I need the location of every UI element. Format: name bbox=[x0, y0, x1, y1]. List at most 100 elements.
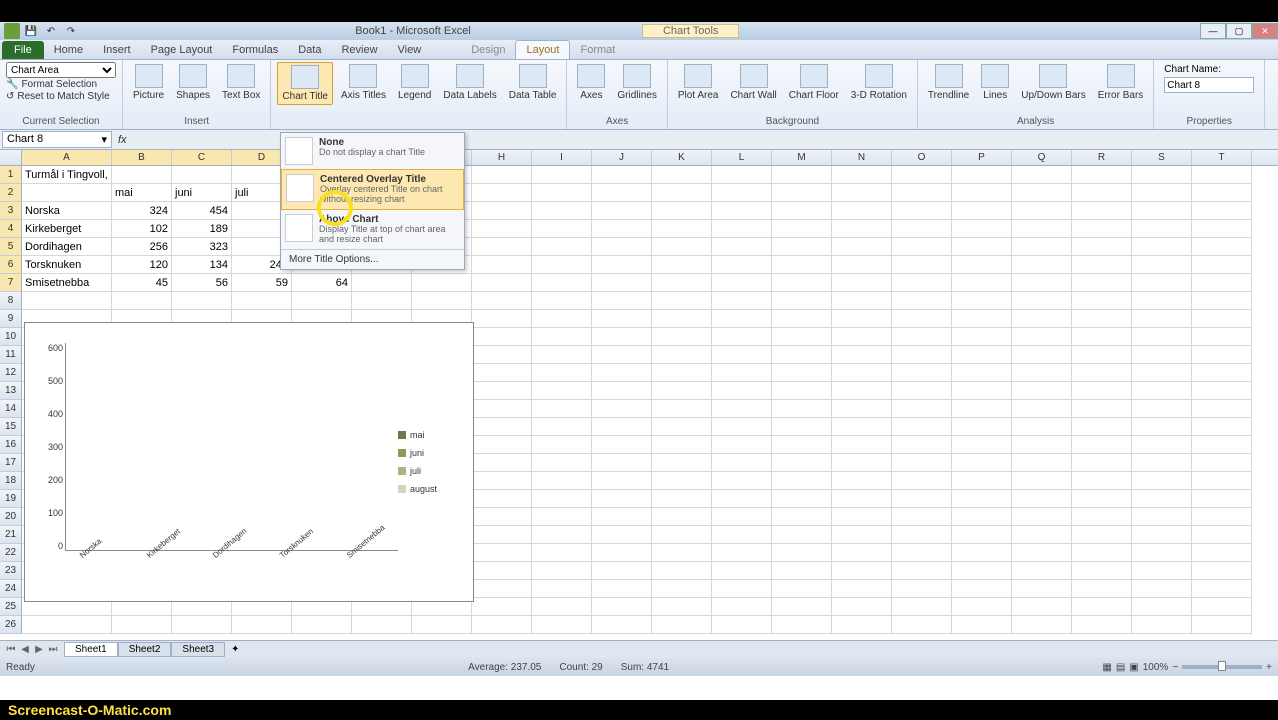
cell[interactable]: 134 bbox=[172, 256, 232, 274]
cell[interactable] bbox=[1132, 184, 1192, 202]
cell[interactable] bbox=[532, 508, 592, 526]
cell[interactable] bbox=[592, 220, 652, 238]
cell[interactable] bbox=[892, 328, 952, 346]
cell[interactable] bbox=[712, 238, 772, 256]
cell[interactable] bbox=[952, 238, 1012, 256]
name-box[interactable]: Chart 8▾ bbox=[2, 131, 112, 148]
zoom-out-button[interactable]: − bbox=[1172, 662, 1178, 673]
cell[interactable] bbox=[652, 526, 712, 544]
select-all-corner[interactable] bbox=[0, 150, 22, 165]
cell[interactable] bbox=[772, 472, 832, 490]
cell[interactable] bbox=[832, 184, 892, 202]
cell[interactable] bbox=[832, 238, 892, 256]
cell[interactable] bbox=[1192, 184, 1252, 202]
cell[interactable] bbox=[832, 256, 892, 274]
row-header-14[interactable]: 14 bbox=[0, 400, 22, 418]
row-header-17[interactable]: 17 bbox=[0, 454, 22, 472]
cell[interactable] bbox=[892, 472, 952, 490]
cell[interactable] bbox=[1012, 454, 1072, 472]
cell[interactable] bbox=[892, 562, 952, 580]
cell[interactable] bbox=[772, 310, 832, 328]
cell[interactable] bbox=[1132, 220, 1192, 238]
chart-wall-button[interactable]: Chart Wall bbox=[726, 62, 780, 103]
col-header-N[interactable]: N bbox=[832, 150, 892, 165]
cell[interactable] bbox=[1072, 490, 1132, 508]
cell[interactable] bbox=[652, 238, 712, 256]
cell[interactable] bbox=[1132, 310, 1192, 328]
cell[interactable] bbox=[952, 328, 1012, 346]
cell[interactable] bbox=[1192, 382, 1252, 400]
cell[interactable] bbox=[892, 616, 952, 634]
gridlines-button[interactable]: Gridlines bbox=[613, 62, 660, 103]
cell[interactable] bbox=[22, 184, 112, 202]
cell[interactable] bbox=[1072, 274, 1132, 292]
cell[interactable] bbox=[712, 400, 772, 418]
cell[interactable] bbox=[22, 616, 112, 634]
cell[interactable] bbox=[592, 238, 652, 256]
cell[interactable] bbox=[472, 616, 532, 634]
minimize-button[interactable]: — bbox=[1200, 23, 1226, 39]
cell[interactable]: 120 bbox=[112, 256, 172, 274]
cell[interactable] bbox=[832, 310, 892, 328]
qat-save-icon[interactable]: 💾 bbox=[22, 23, 40, 39]
cell[interactable] bbox=[892, 382, 952, 400]
cell[interactable] bbox=[772, 292, 832, 310]
cell[interactable] bbox=[1012, 328, 1072, 346]
cell[interactable] bbox=[652, 544, 712, 562]
chart-floor-button[interactable]: Chart Floor bbox=[785, 62, 843, 103]
tab-insert[interactable]: Insert bbox=[93, 41, 141, 59]
cell[interactable] bbox=[1012, 490, 1072, 508]
cell[interactable] bbox=[1012, 364, 1072, 382]
cell[interactable] bbox=[652, 490, 712, 508]
cell[interactable] bbox=[472, 472, 532, 490]
cell[interactable] bbox=[712, 346, 772, 364]
col-header-Q[interactable]: Q bbox=[1012, 150, 1072, 165]
legend-item[interactable]: juli bbox=[398, 466, 463, 476]
cell[interactable] bbox=[832, 454, 892, 472]
cell[interactable] bbox=[952, 166, 1012, 184]
cell[interactable] bbox=[952, 274, 1012, 292]
cell[interactable] bbox=[892, 580, 952, 598]
cell[interactable] bbox=[1012, 436, 1072, 454]
cell[interactable] bbox=[772, 328, 832, 346]
cell[interactable] bbox=[1012, 544, 1072, 562]
cell[interactable] bbox=[712, 382, 772, 400]
zoom-level[interactable]: 100% bbox=[1143, 662, 1169, 673]
cell[interactable] bbox=[112, 616, 172, 634]
cell[interactable] bbox=[892, 490, 952, 508]
cell[interactable] bbox=[292, 292, 352, 310]
cell[interactable] bbox=[472, 328, 532, 346]
cell[interactable] bbox=[1012, 472, 1072, 490]
cell[interactable] bbox=[1192, 400, 1252, 418]
cell[interactable] bbox=[832, 274, 892, 292]
cell[interactable] bbox=[1012, 256, 1072, 274]
cell[interactable] bbox=[1132, 436, 1192, 454]
cell[interactable] bbox=[1012, 598, 1072, 616]
cell[interactable] bbox=[1072, 616, 1132, 634]
cell[interactable] bbox=[772, 202, 832, 220]
cell[interactable] bbox=[1192, 166, 1252, 184]
cell[interactable] bbox=[472, 256, 532, 274]
row-header-18[interactable]: 18 bbox=[0, 472, 22, 490]
cell[interactable] bbox=[772, 274, 832, 292]
cell[interactable] bbox=[892, 418, 952, 436]
cell[interactable] bbox=[1192, 580, 1252, 598]
qat-undo-icon[interactable]: ↶ bbox=[42, 23, 60, 39]
cell[interactable] bbox=[952, 544, 1012, 562]
row-header-8[interactable]: 8 bbox=[0, 292, 22, 310]
cell[interactable] bbox=[1192, 220, 1252, 238]
cell[interactable] bbox=[832, 292, 892, 310]
cell[interactable] bbox=[1132, 616, 1192, 634]
cell[interactable] bbox=[952, 382, 1012, 400]
cell[interactable] bbox=[352, 274, 412, 292]
sheet-nav-first[interactable]: ⏮ bbox=[4, 644, 18, 655]
chart-title-button[interactable]: Chart Title bbox=[277, 62, 333, 105]
cell[interactable] bbox=[892, 526, 952, 544]
cell[interactable] bbox=[712, 616, 772, 634]
cell[interactable] bbox=[832, 580, 892, 598]
cell[interactable] bbox=[952, 580, 1012, 598]
cell[interactable] bbox=[712, 598, 772, 616]
cell[interactable] bbox=[532, 310, 592, 328]
cell[interactable] bbox=[592, 400, 652, 418]
cell[interactable] bbox=[592, 598, 652, 616]
